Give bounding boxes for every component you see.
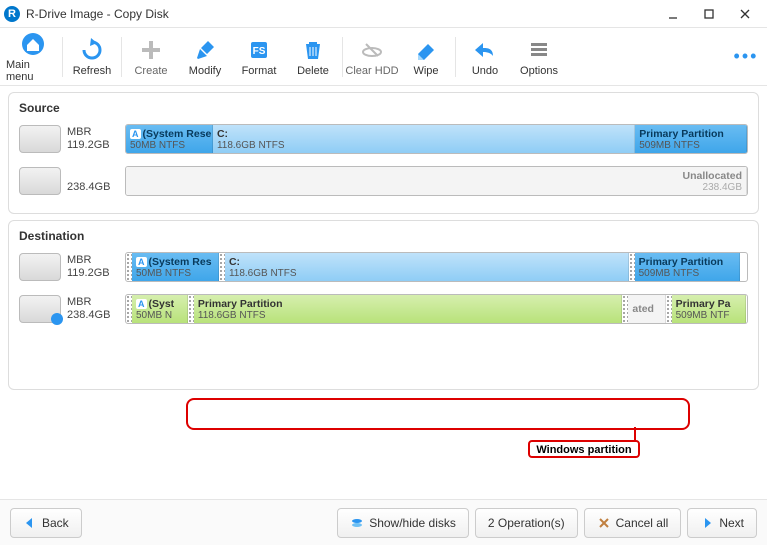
partition[interactable]: Primary Pa509MB NTF [672, 295, 747, 323]
partition-unallocated[interactable]: Unallocated238.4GB [126, 167, 747, 195]
pencil-icon [192, 37, 218, 63]
destination-disk-1[interactable]: MBR119.2GB A(System Res 50MB NTFS C:118.… [19, 249, 748, 285]
source-disk-2[interactable]: 238.4GB Unallocated238.4GB [19, 163, 748, 199]
delete-label: Delete [297, 65, 329, 77]
create-label: Create [134, 65, 167, 77]
refresh-button[interactable]: Refresh [65, 30, 119, 84]
refresh-label: Refresh [73, 65, 112, 77]
destination-disk-2[interactable]: MBR238.4GB A(Syst 50MB N Primary Partiti… [19, 291, 748, 327]
disk-icon [19, 253, 61, 281]
operations-button[interactable]: 2 Operation(s) [475, 508, 578, 538]
disk-meta: MBR238.4GB [67, 296, 121, 322]
wipe-label: Wipe [413, 65, 438, 77]
main-menu-label: Main menu [6, 59, 60, 83]
delete-button[interactable]: Delete [286, 30, 340, 84]
plus-icon [138, 37, 164, 63]
undo-button[interactable]: Undo [458, 30, 512, 84]
trash-icon [300, 37, 326, 63]
cancel-all-label: Cancel all [616, 516, 669, 530]
format-label: Format [242, 65, 277, 77]
cancel-icon [597, 516, 611, 530]
disk-meta: MBR119.2GB [67, 126, 121, 152]
app-logo: R [4, 6, 20, 22]
partition[interactable]: C:118.6GB NTFS [213, 125, 635, 153]
destination-title: Destination [19, 229, 748, 243]
disk-icon [19, 125, 61, 153]
undo-icon [472, 37, 498, 63]
next-label: Next [719, 516, 744, 530]
show-hide-label: Show/hide disks [369, 516, 456, 530]
refresh-icon [79, 37, 105, 63]
cancel-all-button[interactable]: Cancel all [584, 508, 682, 538]
clear-hdd-label: Clear HDD [345, 65, 398, 77]
minimize-button[interactable] [655, 1, 691, 27]
partition-unallocated[interactable]: ated [628, 295, 665, 323]
options-label: Options [520, 65, 558, 77]
disk-meta: MBR119.2GB [67, 254, 121, 280]
partition[interactable]: Primary Partition509MB NTFS [635, 125, 747, 153]
destination-panel: Destination MBR119.2GB A(System Res 50MB… [8, 220, 759, 390]
options-icon [526, 37, 552, 63]
window-title: R-Drive Image - Copy Disk [26, 7, 655, 21]
back-button[interactable]: Back [10, 508, 82, 538]
next-button[interactable]: Next [687, 508, 757, 538]
arrow-left-icon [23, 516, 37, 530]
format-icon: FS [246, 37, 272, 63]
modify-label: Modify [189, 65, 221, 77]
disk-icon [19, 167, 61, 195]
maximize-button[interactable] [691, 1, 727, 27]
source-disk-1[interactable]: MBR119.2GB A(System Rese 50MB NTFS C:118… [19, 121, 748, 157]
operations-label: 2 Operation(s) [488, 516, 565, 530]
partition[interactable]: A(Syst 50MB N [132, 295, 188, 323]
clear-hdd-button: Clear HDD [345, 30, 399, 84]
source-panel: Source MBR119.2GB A(System Rese 50MB NTF… [8, 92, 759, 214]
format-button[interactable]: FS Format [232, 30, 286, 84]
partition[interactable]: Primary Partition509MB NTFS [635, 253, 741, 281]
options-button[interactable]: Options [512, 30, 566, 84]
partition[interactable]: A(System Res 50MB NTFS [132, 253, 219, 281]
undo-label: Undo [472, 65, 498, 77]
partition[interactable]: C:118.6GB NTFS [225, 253, 629, 281]
arrow-right-icon [700, 516, 714, 530]
eraser-icon [413, 37, 439, 63]
partition-primary[interactable]: Primary Partition118.6GB NTFS [194, 295, 622, 323]
wipe-button[interactable]: Wipe [399, 30, 453, 84]
disk-meta: 238.4GB [67, 168, 121, 194]
more-button[interactable]: ••• [731, 46, 761, 67]
disk-icon [19, 295, 61, 323]
close-button[interactable] [727, 1, 763, 27]
svg-text:FS: FS [253, 46, 266, 57]
modify-button[interactable]: Modify [178, 30, 232, 84]
clear-hdd-icon [359, 37, 385, 63]
main-menu-button[interactable]: Main menu [6, 30, 60, 84]
back-label: Back [42, 516, 69, 530]
annotation-label: Windows partition [528, 440, 640, 458]
partition[interactable]: A(System Rese 50MB NTFS [126, 125, 213, 153]
disks-icon [350, 516, 364, 530]
create-button: Create [124, 30, 178, 84]
source-title: Source [19, 101, 748, 115]
show-hide-disks-button[interactable]: Show/hide disks [337, 508, 469, 538]
home-icon [20, 31, 46, 57]
